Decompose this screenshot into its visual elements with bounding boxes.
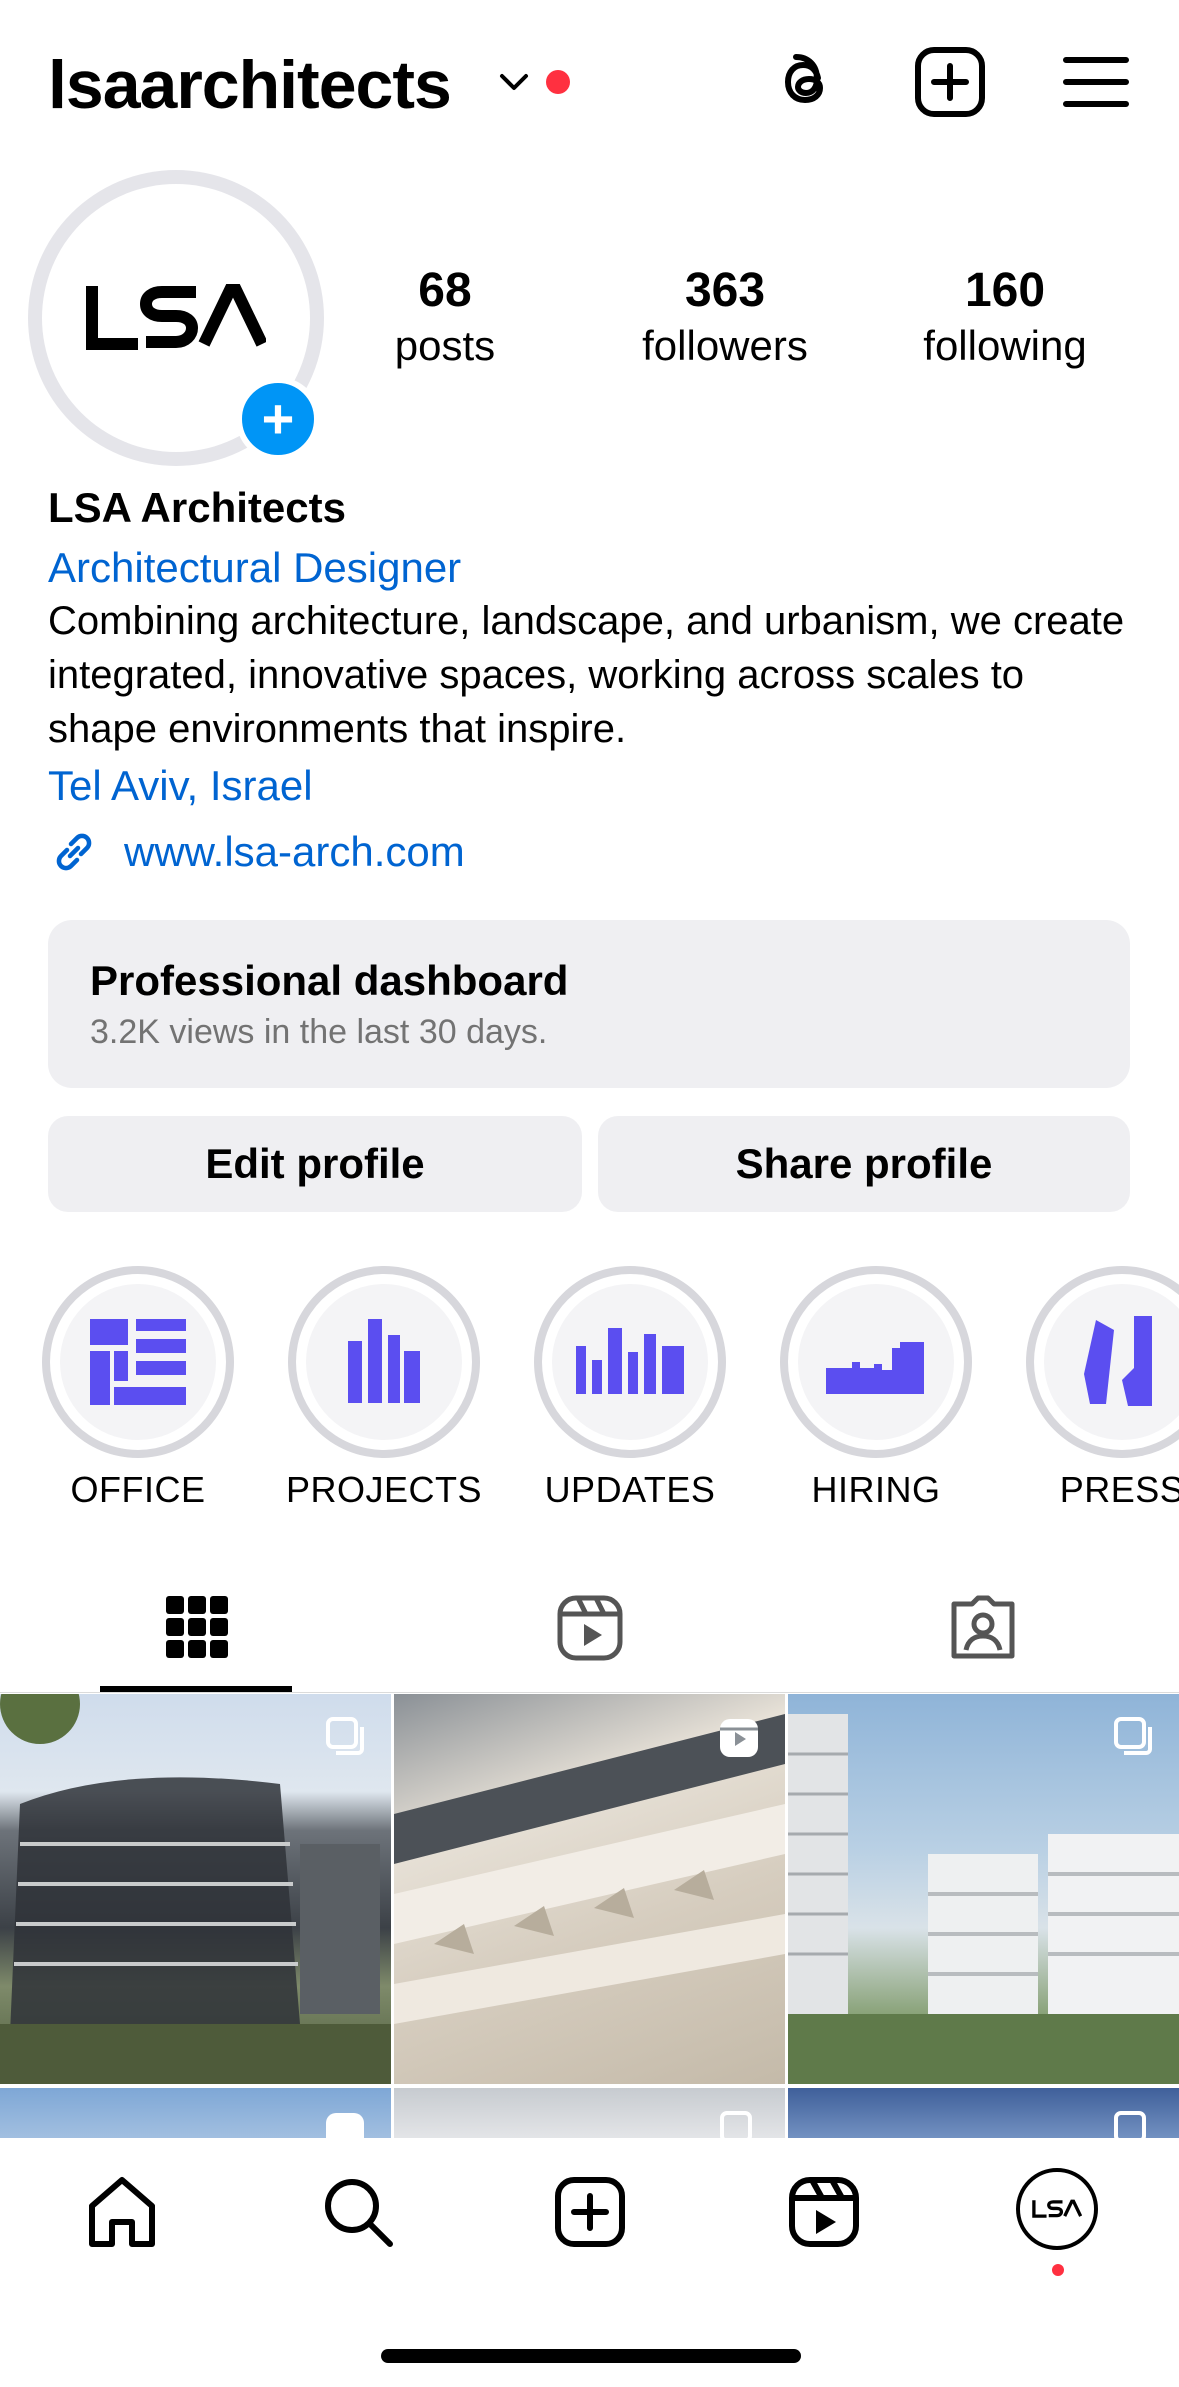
notification-dot (546, 70, 570, 94)
following-label: following (923, 322, 1087, 369)
chevron-down-icon[interactable] (494, 62, 534, 102)
carousel-icon (1114, 1717, 1152, 1755)
post-tile[interactable] (788, 1694, 1179, 2084)
edit-profile-button[interactable]: Edit profile (48, 1116, 582, 1212)
projects-highlight-icon (348, 1319, 420, 1403)
website-link[interactable]: www.lsa-arch.com (48, 824, 465, 880)
stat-posts[interactable]: 68 posts (360, 262, 530, 372)
press-highlight-icon (1084, 1316, 1152, 1406)
profile-username[interactable]: lsaarchitects (48, 40, 452, 130)
followers-count: 363 (684, 264, 766, 317)
highlight-office[interactable]: OFFICE (42, 1266, 234, 1510)
posts-count: 68 (418, 264, 472, 317)
reel-badge-icon (720, 1719, 758, 1757)
post-tile[interactable] (0, 1694, 391, 2084)
highlight-label: PROJECTS (285, 1469, 483, 1510)
location-link[interactable]: Tel Aviv, Israel (48, 758, 313, 814)
highlight-label: UPDATES (544, 1469, 716, 1510)
highlight-label: OFFICE (70, 1469, 206, 1510)
create-icon[interactable] (910, 42, 990, 122)
highlight-hiring[interactable]: HIRING (780, 1266, 972, 1510)
updates-highlight-icon (576, 1328, 684, 1394)
add-story-button[interactable]: + (236, 377, 320, 461)
menu-icon[interactable] (1056, 42, 1136, 122)
threads-icon[interactable] (766, 42, 846, 122)
highlight-label: PRESS (1059, 1469, 1179, 1510)
carousel-icon (326, 1717, 364, 1755)
highlight-updates[interactable]: UPDATES (534, 1266, 726, 1510)
tab-divider (0, 1692, 1179, 1693)
highlight-label: HIRING (811, 1469, 941, 1510)
posts-label: posts (394, 322, 496, 369)
office-highlight-icon (90, 1319, 186, 1405)
website-url: www.lsa-arch.com (124, 828, 465, 875)
reels-icon[interactable] (556, 1594, 624, 1662)
lsa-logo-icon (86, 284, 266, 350)
highlight-press[interactable]: PRESS (1026, 1266, 1179, 1510)
tagged-icon[interactable] (948, 1592, 1018, 1662)
activity-dot (1052, 2264, 1064, 2276)
stat-following[interactable]: 160 following (890, 262, 1120, 372)
following-count: 160 (964, 264, 1046, 317)
highlight-projects[interactable]: PROJECTS (286, 1266, 482, 1510)
bio-text: Combining architecture, landscape, and u… (48, 599, 1125, 751)
link-icon (56, 833, 92, 871)
lsa-logo-icon (1032, 2199, 1082, 2218)
display-name: LSA Architects (48, 484, 346, 531)
reels-icon[interactable] (784, 2172, 864, 2252)
professional-dashboard[interactable]: Professional dashboard 3.2K views in the… (48, 920, 1130, 1088)
create-icon[interactable] (550, 2172, 630, 2252)
stat-followers[interactable]: 363 followers (610, 262, 840, 372)
post-tile[interactable] (394, 1694, 785, 2084)
hiring-highlight-icon (826, 1342, 924, 1394)
home-icon[interactable] (82, 2172, 162, 2252)
search-icon[interactable] (318, 2172, 398, 2252)
dashboard-subtitle: 3.2K views in the last 30 days. (90, 1013, 548, 1051)
dashboard-title: Professional dashboard (90, 957, 569, 1004)
category-label[interactable]: Architectural Designer (48, 540, 461, 596)
home-indicator (381, 2349, 801, 2363)
followers-label: followers (642, 322, 808, 369)
share-profile-button[interactable]: Share profile (598, 1116, 1130, 1212)
profile-avatar[interactable] (1016, 2168, 1098, 2250)
grid-icon[interactable] (164, 1594, 230, 1660)
